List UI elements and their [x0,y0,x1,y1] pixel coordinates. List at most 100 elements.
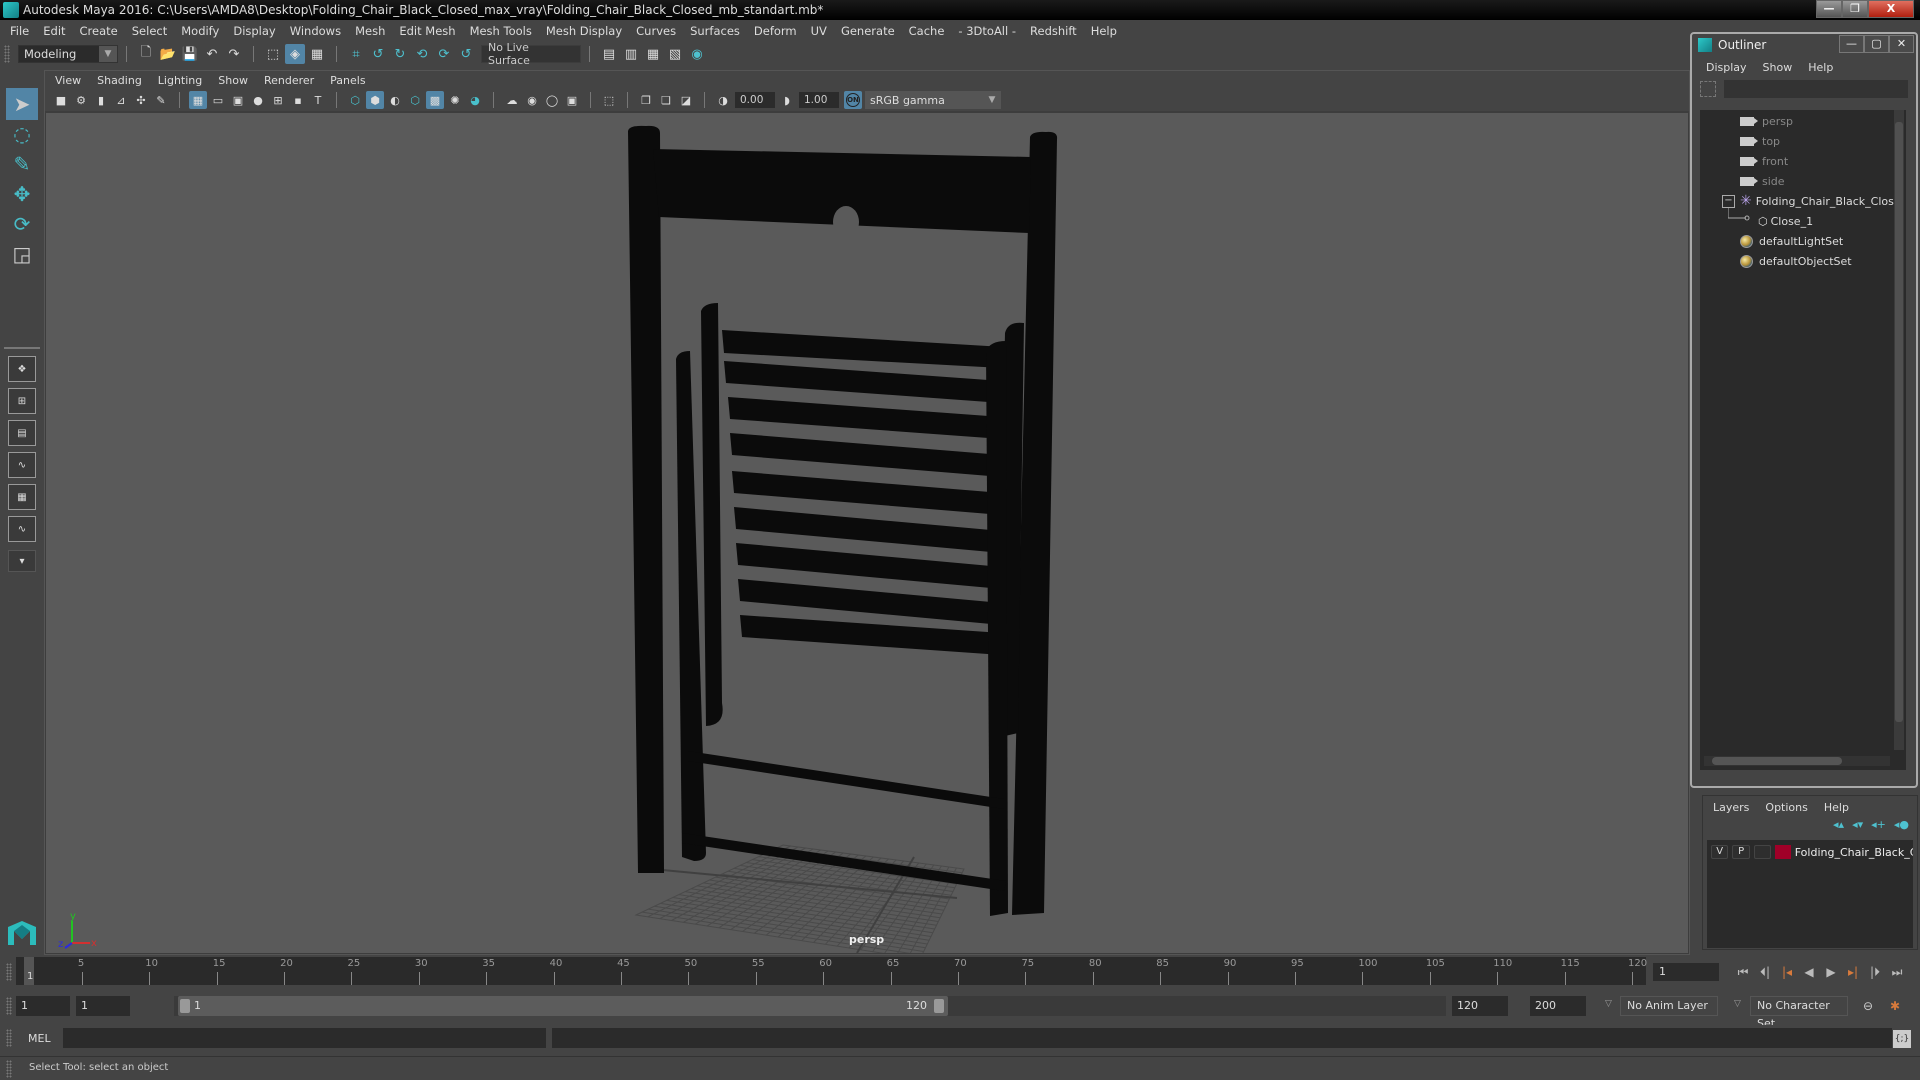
anim-layer-dropdown[interactable]: No Anim Layer [1620,996,1718,1016]
default-material-icon[interactable]: ◐ [386,91,404,109]
playback-end-field[interactable]: 120 [1452,996,1508,1016]
play-backwards-icon[interactable]: ◀ [1800,963,1818,981]
move-layer-down-icon[interactable]: ◂▾ [1852,818,1863,836]
resolution-gate-icon[interactable]: ▣ [229,91,247,109]
image-plane-icon[interactable]: ⊿ [112,91,130,109]
make-live-icon[interactable]: ↺ [456,44,476,64]
outliner-vertical-scrollbar[interactable] [1894,110,1904,750]
lasso-tool-icon[interactable]: ◌ [6,118,38,150]
select-object-icon[interactable]: ◈ [285,44,305,64]
select-component-icon[interactable]: ▦ [307,44,327,64]
2d-pan-zoom-icon[interactable]: ✣ [132,91,150,109]
panel-menu-panels[interactable]: Panels [330,74,365,87]
menu-display[interactable]: Display [233,24,275,38]
select-camera-icon[interactable]: ■ [52,91,70,109]
gamma-field[interactable]: 1.00 [799,92,839,108]
persp-outliner-layout-icon[interactable]: ▤ [8,420,36,446]
range-slider-grip[interactable] [6,997,12,1015]
outliner-title-bar[interactable]: Outliner — ▢ ✕ [1692,34,1916,56]
snap-curve-icon[interactable]: ↺ [368,44,388,64]
step-forward-frame-icon[interactable]: ▸| [1844,963,1862,981]
menu-edit-mesh[interactable]: Edit Mesh [399,24,455,38]
animation-end-field[interactable]: 200 [1530,996,1586,1016]
range-start-handle[interactable] [180,999,190,1013]
render-settings-icon[interactable]: ▤ [599,44,619,64]
layer-visibility-toggle[interactable]: V [1711,845,1729,859]
exposure-field[interactable]: 0.00 [735,92,775,108]
scale-tool-icon[interactable]: ◲ [6,238,38,270]
single-perspective-layout-icon[interactable]: ❖ [8,356,36,382]
layers-menu-layers[interactable]: Layers [1713,801,1749,814]
layer-row[interactable]: V P Folding_Chair_Black_C [1707,842,1913,862]
persp-graph-outliner-layout-icon[interactable]: ∿ [8,516,36,542]
animation-preferences-icon[interactable]: ✱ [1886,997,1904,1015]
outliner-item-close-1[interactable]: ⬡ Close_1 [1758,212,1813,230]
menu-redshift[interactable]: Redshift [1030,24,1077,38]
command-line-grip[interactable] [6,1029,12,1047]
range-end-handle[interactable] [934,999,944,1013]
persp-graph-layout-icon[interactable]: ∿ [8,452,36,478]
rotate-tool-icon[interactable]: ⟳ [6,208,38,240]
xray-components-icon[interactable]: ◪ [677,91,695,109]
live-surface-field[interactable]: No Live Surface [481,41,581,67]
menu-set-dropdown[interactable]: Modeling ▼ [18,45,118,63]
outliner-item-persp[interactable]: persp [1740,112,1793,130]
menu-3dtoall[interactable]: - 3DtoAll - [958,24,1016,38]
outliner-menu-show[interactable]: Show [1763,61,1793,74]
menu-cache[interactable]: Cache [909,24,945,38]
filter-select-icon[interactable] [1700,81,1716,97]
move-layer-up-icon[interactable]: ◂▴ [1833,818,1844,836]
script-editor-icon[interactable]: {;} [1893,1030,1911,1048]
go-to-start-icon[interactable]: ⏮ [1734,963,1752,981]
panel-menu-lighting[interactable]: Lighting [158,74,202,87]
time-slider-track[interactable]: 5 10 15 20 25 30 35 40 45 50 55 60 65 70 75 80 85 90 95 100… [16,957,1647,985]
status-line-grip[interactable] [4,45,10,63]
menu-edit[interactable]: Edit [43,24,65,38]
range-slider-bar-fill[interactable] [178,996,948,1016]
anti-aliasing-icon[interactable]: ◯ [543,91,561,109]
character-set-dropdown[interactable]: No Character Set [1750,996,1848,1030]
snap-projected-center-icon[interactable]: ⟲ [412,44,432,64]
outliner-item-default-light-set[interactable]: defaultLightSet [1740,232,1843,250]
step-forward-key-icon[interactable]: |⏵ [1866,963,1884,981]
use-all-lights-icon[interactable]: ✺ [446,91,464,109]
menu-mesh-display[interactable]: Mesh Display [546,24,622,38]
command-input[interactable] [63,1028,546,1048]
scrollbar-thumb[interactable] [1895,122,1903,722]
play-forwards-icon[interactable]: ▶ [1822,963,1840,981]
layers-menu-help[interactable]: Help [1824,801,1849,814]
hypershade-layout-icon[interactable]: ▦ [8,484,36,510]
restore-button[interactable]: ❐ [1842,0,1868,18]
open-scene-icon[interactable]: 📂 [158,44,178,64]
outliner-search-input[interactable] [1724,80,1908,98]
camera-attributes-icon[interactable]: ⚙ [72,91,90,109]
panel-menu-renderer[interactable]: Renderer [264,74,314,87]
step-back-frame-icon[interactable]: |◂ [1778,963,1796,981]
outliner-horizontal-scrollbar[interactable] [1704,756,1890,766]
render-current-frame-icon[interactable]: ▥ [621,44,641,64]
panel-menu-shading[interactable]: Shading [97,74,142,87]
more-layouts-icon[interactable]: ▾ [8,550,36,572]
save-scene-icon[interactable]: 💾 [180,44,200,64]
auto-key-icon[interactable]: ⊖ [1859,997,1877,1015]
go-to-end-icon[interactable]: ⏭ [1888,963,1906,981]
depth-of-field-icon[interactable]: ▣ [563,91,581,109]
ipr-render-icon[interactable]: ▦ [643,44,663,64]
xray-joints-icon[interactable]: ❏ [657,91,675,109]
outliner-minimize-button[interactable]: — [1839,35,1864,53]
paint-select-tool-icon[interactable]: ✎ [6,148,38,180]
grease-pencil-icon[interactable]: ✎ [152,91,170,109]
textured-icon[interactable]: ▩ [426,91,444,109]
panel-menu-view[interactable]: View [55,74,81,87]
redo-icon[interactable]: ↷ [224,44,244,64]
new-scene-icon[interactable]: 🗋 [136,44,156,64]
isolate-select-icon[interactable]: ⬚ [600,91,618,109]
time-slider-grip[interactable] [6,963,12,981]
menu-windows[interactable]: Windows [290,24,341,38]
menu-create[interactable]: Create [80,24,118,38]
xray-icon[interactable]: ❐ [637,91,655,109]
select-tool-icon[interactable]: ➤ [6,88,38,120]
outliner-item-front[interactable]: front [1740,152,1788,170]
new-layer-icon[interactable]: ◂+ [1871,818,1886,836]
step-back-key-icon[interactable]: ⏴| [1756,963,1774,981]
